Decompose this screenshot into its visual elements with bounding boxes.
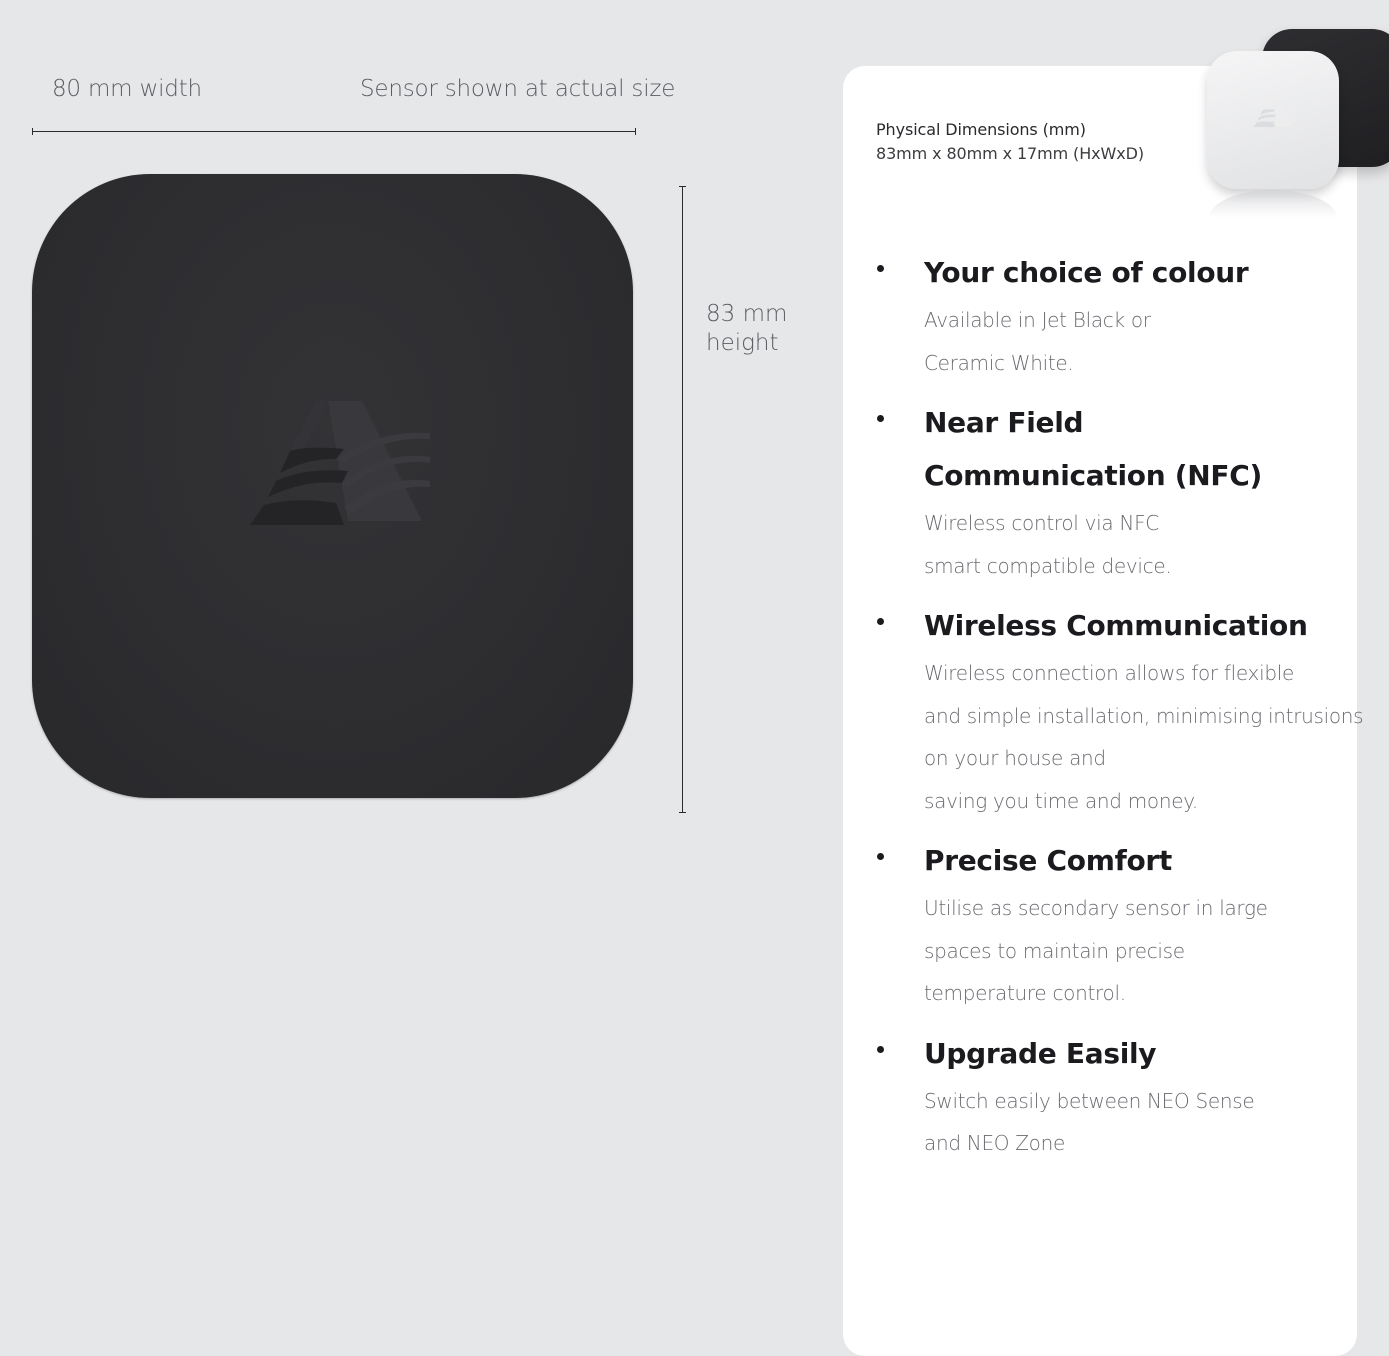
feature-description-line: temperature control. — [924, 981, 1126, 1005]
sensor-device — [32, 174, 633, 798]
bullet-icon — [877, 265, 884, 272]
feature-title: Precise Comfort — [924, 844, 1172, 877]
ceramic-white-sensor-thumbnail — [1207, 51, 1339, 189]
feature-title: Wireless Communication — [924, 609, 1308, 642]
height-label-value: 83 mm — [706, 301, 788, 327]
feature-title: Your choice of colour — [924, 256, 1249, 289]
bullet-icon — [877, 618, 884, 625]
feature-wireless: Wireless Communication Wireless connecti… — [876, 599, 1364, 822]
feature-colour: Your choice of colour Available in Jet B… — [876, 246, 1346, 384]
feature-title: Communication (NFC) — [924, 459, 1262, 492]
bullet-icon — [877, 415, 884, 422]
feature-description-line: Wireless control via NFC — [924, 511, 1159, 535]
feature-title: Upgrade Easily — [924, 1036, 1157, 1070]
feature-precise-comfort: Precise Comfort Utilise as secondary sen… — [876, 834, 1346, 1015]
width-label: 80 mm width — [52, 76, 202, 102]
feature-description-line: Ceramic White. — [924, 350, 1074, 375]
feature-upgrade: Upgrade Easily Switch easily between NEO… — [876, 1027, 1346, 1165]
width-dimension-rule — [32, 128, 636, 135]
feature-description-line: Wireless connection allows for flexible — [924, 661, 1294, 685]
brand-logo-icon — [1253, 98, 1294, 128]
feature-description-line: saving you time and money. — [924, 788, 1198, 813]
feature-nfc: Near Field Communication (NFC) Wireless … — [876, 396, 1346, 587]
dimensions-title: Physical Dimensions (mm) — [876, 120, 1086, 139]
feature-description-line: Utilise as secondary sensor in large — [924, 896, 1268, 920]
feature-list: Your choice of colour Available in Jet B… — [876, 246, 1364, 1177]
feature-description-line: on your house and — [924, 746, 1106, 770]
bullet-icon — [877, 853, 884, 860]
height-label: 83 mm height — [706, 300, 787, 358]
feature-description-line: spaces to maintain precise — [924, 938, 1185, 963]
feature-description-line: Switch easily between NEO Sense — [924, 1088, 1255, 1113]
feature-description-line: and NEO Zone — [924, 1131, 1065, 1155]
feature-description-line: smart compatible device. — [924, 553, 1172, 578]
height-dimension-rule — [679, 186, 686, 813]
feature-description-line: and simple installation, minimising intr… — [924, 703, 1364, 728]
height-label-unit: height — [706, 330, 779, 356]
actual-size-label: Sensor shown at actual size — [360, 76, 676, 102]
feature-title: Near Field — [924, 406, 1084, 439]
brand-logo-icon — [250, 401, 430, 525]
dimensions-value: 83mm x 80mm x 17mm (HxWxD) — [876, 144, 1144, 163]
feature-description-line: Available in Jet Black or — [924, 308, 1151, 332]
bullet-icon — [877, 1045, 884, 1053]
